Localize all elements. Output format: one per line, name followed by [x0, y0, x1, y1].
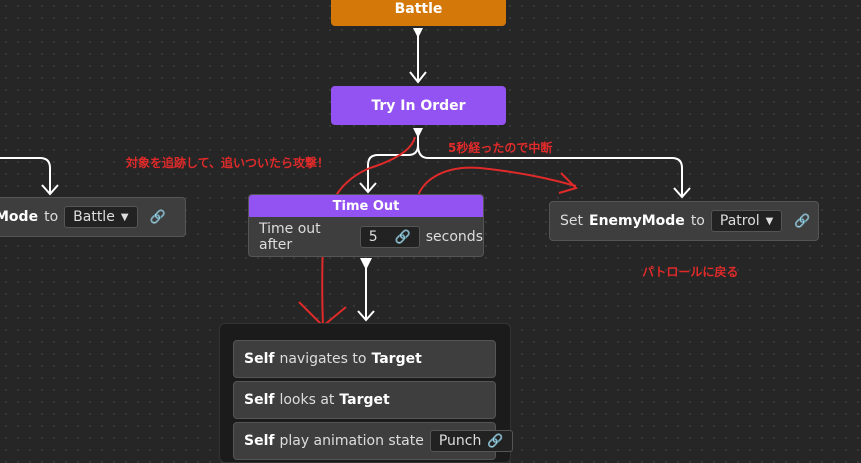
patrol-dropdown[interactable]: Patrol ▼: [710, 210, 783, 232]
look-action[interactable]: Self looks at Target: [233, 381, 496, 419]
target-label: Target: [339, 392, 390, 408]
link-icon[interactable]: 🔗: [487, 434, 503, 449]
sequence-group: Self navigates to Target Self looks at T…: [219, 323, 513, 463]
self-label: Self: [244, 351, 275, 367]
timeout-value: 5: [368, 229, 378, 245]
verb-label: navigates to: [279, 351, 367, 367]
left-mode-dropdown[interactable]: Battle ▼: [64, 206, 138, 228]
patrol-value: Patrol: [719, 213, 760, 229]
target-label: Target: [371, 351, 422, 367]
verb-label: looks at: [279, 392, 335, 408]
try-in-order-label: Try In Order: [371, 97, 466, 114]
verb-label: play animation state: [279, 433, 424, 449]
animation-value: Punch: [438, 433, 482, 449]
try-in-order-node[interactable]: Try In Order: [331, 86, 506, 125]
timeout-field[interactable]: 5 🔗: [359, 226, 420, 248]
timeout-label: Time out after: [259, 221, 321, 253]
animation-action[interactable]: Self play animation state Punch 🔗: [233, 422, 513, 460]
set-enemymode-node[interactable]: Set EnemyMode to Patrol ▼ 🔗: [549, 201, 819, 241]
self-label: Self: [244, 392, 275, 408]
left-mode-label: Mode: [0, 209, 39, 225]
battle-label: Battle: [394, 1, 443, 17]
link-icon[interactable]: 🔗: [150, 210, 166, 225]
left-to-label: to: [44, 209, 59, 225]
link-icon[interactable]: 🔗: [794, 214, 810, 229]
timeout-node[interactable]: Time Out Time out after 5 🔗 seconds: [248, 194, 484, 257]
left-mode-value: Battle: [73, 209, 115, 225]
patrol-annotation: パトロールに戻る: [642, 265, 739, 279]
navigate-action[interactable]: Self navigates to Target: [233, 340, 496, 378]
timeout-suffix: seconds: [425, 229, 483, 245]
left-set-mode-node[interactable]: Mode to Battle ▼ 🔗: [0, 197, 186, 237]
to-label: to: [690, 213, 705, 229]
chase-annotation: 対象を追跡して、追いついたら攻撃！: [126, 156, 330, 170]
enemymode-label: EnemyMode: [589, 213, 685, 229]
battle-node[interactable]: Battle: [331, 0, 506, 26]
set-label: Set: [560, 213, 583, 229]
timeout-title: Time Out: [249, 195, 483, 217]
self-label: Self: [244, 433, 275, 449]
link-icon[interactable]: 🔗: [395, 230, 411, 245]
caret-down-icon: ▼: [120, 211, 129, 223]
caret-down-icon: ▼: [765, 215, 774, 227]
interrupt-annotation: 5秒経ったので中断: [448, 141, 553, 155]
